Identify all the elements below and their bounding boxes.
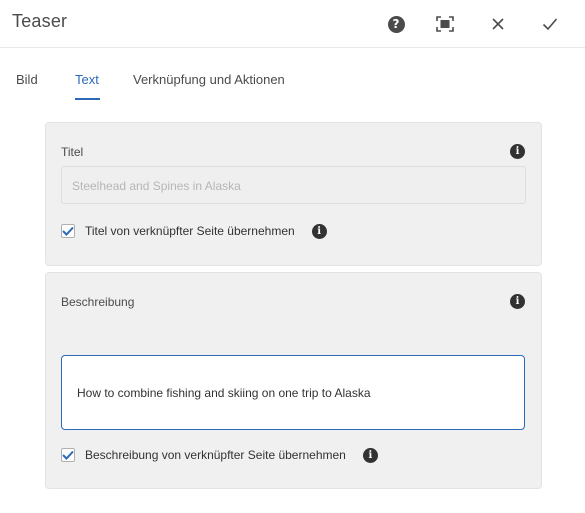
- active-tab-indicator: [75, 98, 100, 100]
- description-textarea[interactable]: How to combine fishing and skiing on one…: [61, 355, 525, 430]
- info-icon[interactable]: i: [311, 223, 327, 239]
- info-icon[interactable]: i: [510, 144, 525, 159]
- fullscreen-glyph: [436, 16, 454, 32]
- checkmark-icon: [62, 226, 74, 236]
- title-checkbox-row: Titel von verknüpfter Seite übernehmen i: [61, 221, 327, 241]
- close-glyph: [492, 18, 504, 30]
- description-inherit-checkbox[interactable]: [61, 448, 75, 462]
- help-icon[interactable]: ?: [385, 13, 407, 35]
- fullscreen-icon[interactable]: [434, 13, 456, 35]
- description-inherit-label: Beschreibung von verknüpfter Seite übern…: [85, 448, 346, 462]
- description-panel: Beschreibung i How to combine fishing an…: [45, 272, 542, 489]
- title-inherit-label: Titel von verknüpfter Seite übernehmen: [85, 224, 295, 238]
- info-icon[interactable]: i: [362, 447, 378, 463]
- info-icon[interactable]: i: [510, 294, 525, 309]
- title-panel: Titel i Steelhead and Spines in Alaska T…: [45, 122, 542, 266]
- description-label: Beschreibung: [61, 295, 135, 309]
- check-glyph: [542, 18, 558, 31]
- description-checkbox-row: Beschreibung von verknüpfter Seite übern…: [61, 445, 378, 465]
- title-input[interactable]: Steelhead and Spines in Alaska: [61, 166, 526, 204]
- dialog-title: Teaser: [12, 11, 68, 31]
- tab-text[interactable]: Text: [75, 72, 99, 87]
- tab-verknuepfung[interactable]: Verknüpfung und Aktionen: [133, 72, 285, 87]
- dialog-header: Teaser ?: [0, 0, 585, 48]
- checkmark-icon: [62, 450, 74, 460]
- title-inherit-checkbox[interactable]: [61, 224, 75, 238]
- close-icon[interactable]: [487, 13, 509, 35]
- done-icon[interactable]: [539, 13, 561, 35]
- tab-bar: Bild Text Verknüpfung und Aktionen: [0, 72, 585, 102]
- help-icon-glyph: ?: [387, 15, 405, 33]
- title-label: Titel: [61, 145, 84, 159]
- tab-bild[interactable]: Bild: [16, 72, 38, 87]
